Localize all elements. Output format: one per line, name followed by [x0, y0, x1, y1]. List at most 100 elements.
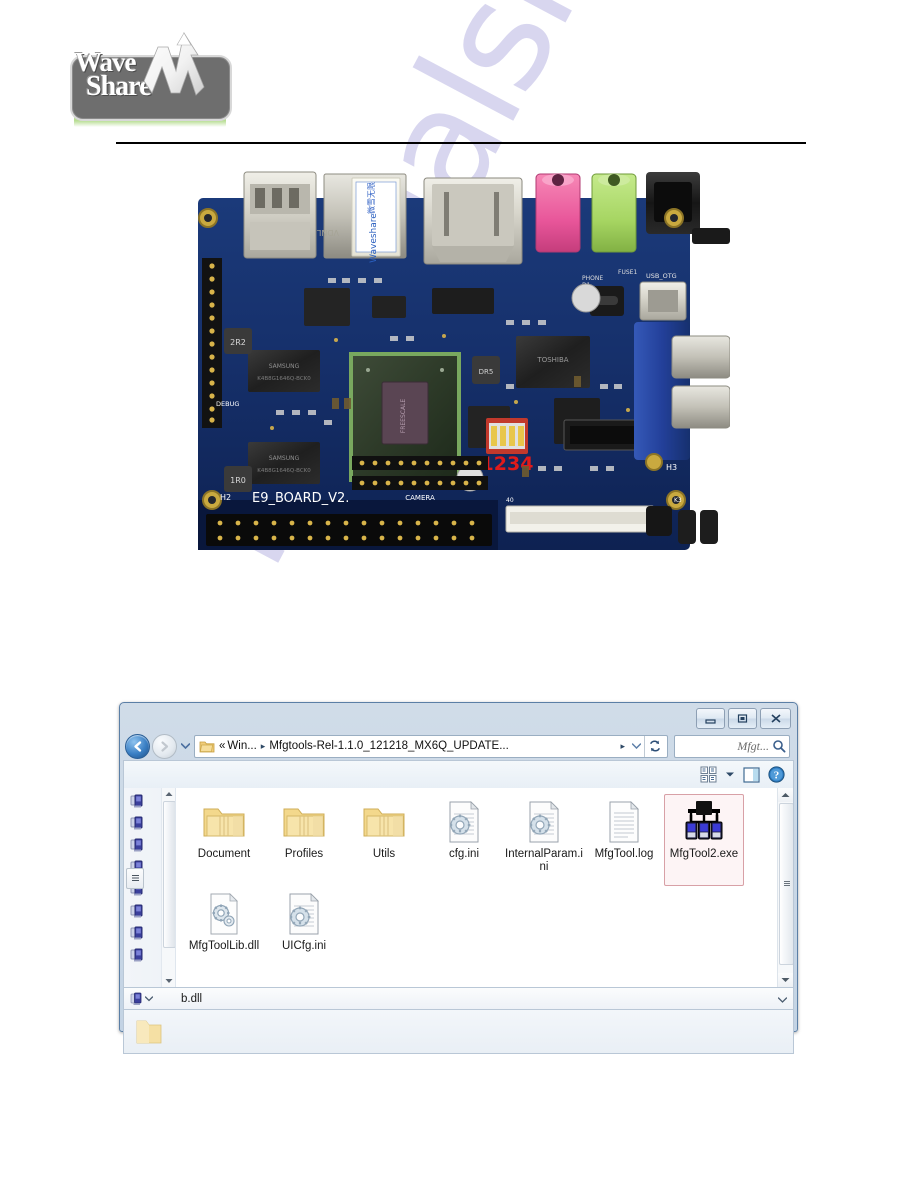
file-item-mfgtool-log[interactable]: MfgTool.log: [584, 794, 664, 886]
views-dropdown-button[interactable]: [725, 771, 735, 778]
folder-icon: [281, 799, 327, 845]
refresh-icon: [650, 740, 660, 752]
details-file-name: b.dll: [181, 992, 203, 1005]
svg-text:H2: H2: [220, 493, 231, 502]
file-list-scrollbar[interactable]: [777, 788, 793, 987]
views-icon: [700, 766, 717, 783]
file-explorer-window[interactable]: « Win... ▸ Mfgtools-Rel-1.1.0_121218_MX6…: [119, 702, 798, 1054]
dll-file-icon: [201, 891, 247, 937]
mfgtool-exe-icon: [681, 799, 727, 845]
file-name: Profiles: [284, 848, 324, 860]
preview-pane-button[interactable]: [743, 766, 760, 783]
file-item-internalparam-ini[interactable]: InternalParam.ini: [504, 794, 584, 886]
refresh-button[interactable]: [644, 735, 665, 757]
scroll-thumb[interactable]: [779, 803, 793, 965]
window-titlebar: [123, 706, 794, 732]
chevron-up-icon: [165, 792, 172, 796]
close-icon: [770, 714, 781, 723]
svg-text:?: ?: [774, 769, 780, 781]
scroll-up-button[interactable]: [778, 788, 793, 802]
file-item-utils[interactable]: Utils: [344, 794, 424, 886]
status-bar: [123, 1010, 794, 1054]
breadcrumb-item-current[interactable]: Mfgtools-Rel-1.1.0_121218_MX6Q_UPDATE...: [268, 740, 617, 752]
search-input[interactable]: Mfgt...: [674, 734, 790, 758]
file-item-mfgtoollib-dll[interactable]: MfgToolLib.dll: [184, 886, 264, 978]
svg-text:DR5: DR5: [479, 368, 494, 376]
chevron-down-icon: [726, 772, 734, 777]
command-toolbar: ?: [123, 760, 794, 788]
chevron-down-icon: [145, 995, 153, 1001]
nav-scroll-down-button[interactable]: [162, 975, 175, 987]
nav-scroll-up-button[interactable]: [162, 788, 175, 800]
help-icon: ?: [768, 766, 785, 783]
breadcrumb-overflow[interactable]: «: [218, 740, 226, 752]
chevron-down-icon: [181, 743, 190, 749]
address-dropdown-button[interactable]: [628, 743, 644, 749]
file-item-profiles[interactable]: Profiles: [264, 794, 344, 886]
details-expand-button[interactable]: [777, 990, 788, 1008]
grip-lines-icon: [131, 874, 139, 882]
breadcrumb-item-windows[interactable]: Win...: [226, 740, 257, 752]
file-item-uicfg-ini[interactable]: UICfg.ini: [264, 886, 344, 978]
header-divider: [116, 142, 806, 144]
nav-scroll-thumb[interactable]: [163, 801, 175, 948]
breadcrumb-separator-1[interactable]: ▸: [258, 741, 269, 751]
board-photo: Waveshare 微雪无限 VDNL USB_OTG PHONE D1 FUS…: [176, 170, 730, 582]
scroll-down-button[interactable]: [778, 973, 793, 987]
chevron-down-icon: [777, 996, 788, 1003]
file-name: UICfg.ini: [281, 940, 327, 952]
ini-file-icon: [281, 891, 327, 937]
maximize-button[interactable]: [728, 708, 757, 729]
help-button[interactable]: ?: [768, 766, 785, 783]
computer-icon: [130, 926, 143, 939]
file-item-document[interactable]: Document: [184, 794, 264, 886]
computer-icon: [130, 904, 143, 917]
svg-text:2R2: 2R2: [230, 338, 246, 347]
change-view-button[interactable]: [700, 766, 717, 783]
svg-text:FUSE1: FUSE1: [618, 269, 637, 276]
file-name: cfg.ini: [448, 848, 480, 860]
waveshare-logo: Wave Share: [66, 31, 234, 127]
minimize-icon: [705, 718, 716, 724]
board-name-silkscreen: E9_BOARD_V2.: [252, 491, 349, 506]
svg-text:微雪无限: 微雪无限: [366, 182, 376, 214]
svg-text:USB_OTG: USB_OTG: [646, 272, 677, 280]
nav-pane-scrollbar[interactable]: [161, 788, 175, 987]
file-item-mfgtool2-exe[interactable]: MfgTool2.exe: [664, 794, 744, 886]
ini-file-icon: [521, 799, 567, 845]
address-toolbar: « Win... ▸ Mfgtools-Rel-1.1.0_121218_MX6…: [123, 732, 794, 760]
back-button[interactable]: [125, 733, 150, 759]
file-list-view[interactable]: Document Profiles Utils cfg.ini Internal…: [176, 788, 793, 987]
address-bar[interactable]: « Win... ▸ Mfgtools-Rel-1.1.0_121218_MX6…: [194, 734, 668, 758]
file-name: InternalParam.ini: [505, 848, 583, 873]
folder-icon: [201, 799, 247, 845]
svg-text:Waveshare: Waveshare: [369, 213, 379, 263]
back-arrow-icon: [134, 740, 142, 752]
computer-icon: [130, 816, 143, 829]
svg-text:PHONE: PHONE: [582, 275, 603, 282]
svg-text:TOSHIBA: TOSHIBA: [536, 356, 568, 364]
computer-icon: [130, 794, 143, 807]
details-pane-row[interactable]: b.dll: [123, 988, 794, 1010]
logo-w-arrow-icon: [144, 31, 205, 96]
nav-pane-resize-grip[interactable]: [126, 868, 144, 889]
svg-text:K3: K3: [674, 497, 682, 504]
file-name: MfgTool.log: [594, 848, 654, 860]
search-icon: [773, 740, 786, 753]
window-controls: [696, 708, 791, 729]
maximize-icon: [737, 714, 748, 723]
chevron-up-icon: [781, 793, 790, 797]
file-item-cfg-ini[interactable]: cfg.ini: [424, 794, 504, 886]
forward-button[interactable]: [152, 733, 177, 759]
scroll-grip-icon: [783, 881, 790, 886]
address-folder-icon: [199, 741, 215, 752]
minimize-button[interactable]: [696, 708, 725, 729]
file-grid: Document Profiles Utils cfg.ini Internal…: [184, 794, 793, 978]
breadcrumb-separator-2[interactable]: ▸: [617, 741, 628, 751]
recent-pages-button[interactable]: [179, 735, 192, 758]
navigation-pane[interactable]: [124, 788, 176, 987]
close-button[interactable]: [760, 708, 791, 729]
folder-icon: [136, 1020, 162, 1043]
chevron-down-icon: [631, 743, 641, 749]
forward-arrow-icon: [161, 740, 169, 752]
